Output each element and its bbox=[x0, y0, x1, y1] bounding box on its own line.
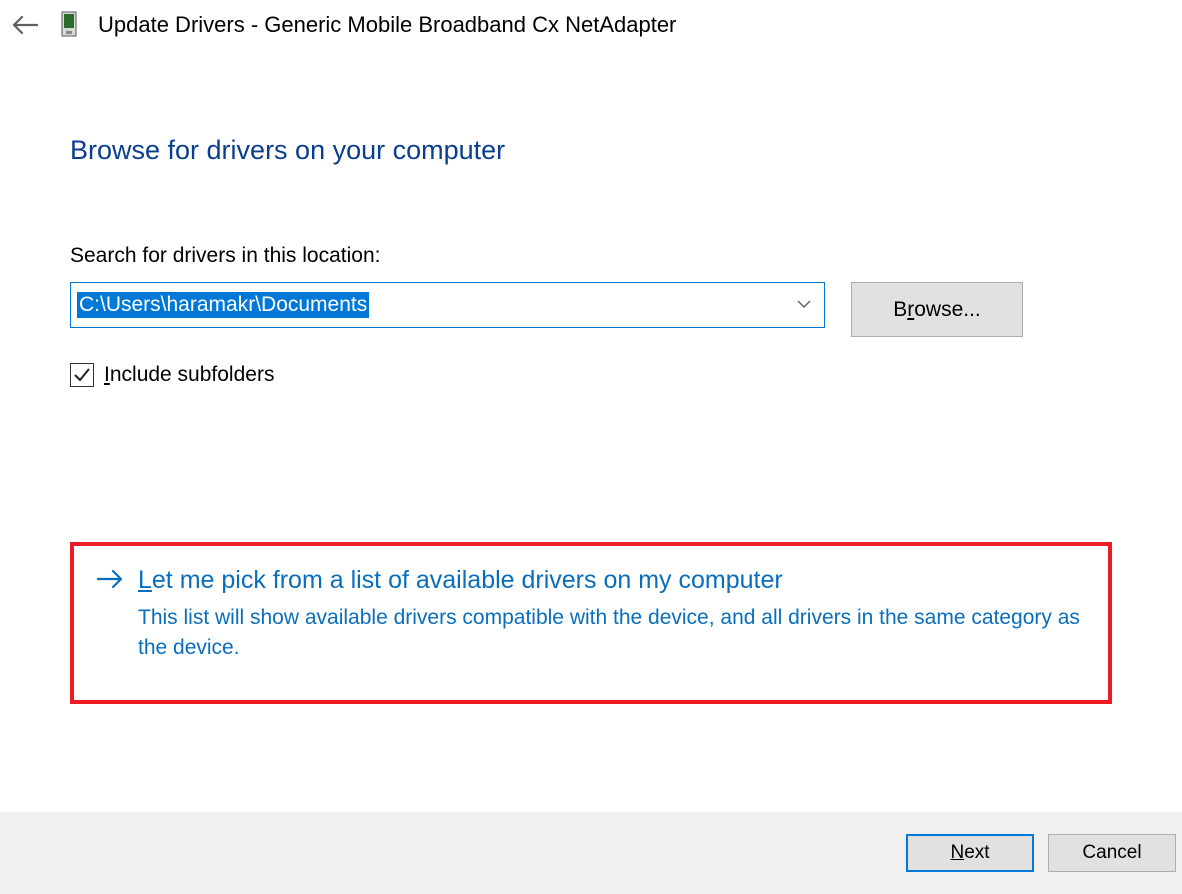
arrow-left-icon bbox=[12, 15, 38, 35]
next-button[interactable]: Next bbox=[906, 834, 1034, 872]
next-button-label: Next bbox=[950, 842, 989, 863]
arrow-right-icon bbox=[96, 568, 124, 664]
pick-from-list-title: Let me pick from a list of available dri… bbox=[138, 566, 1086, 595]
path-value: C:\Users\haramakr\Documents bbox=[77, 292, 369, 318]
include-subfolders-label[interactable]: Include subfolders bbox=[104, 363, 274, 387]
device-icon bbox=[58, 10, 80, 40]
include-subfolders-checkbox[interactable] bbox=[70, 363, 94, 387]
back-button[interactable] bbox=[10, 10, 40, 40]
chevron-down-icon bbox=[796, 296, 812, 314]
path-combobox[interactable]: C:\Users\haramakr\Documents bbox=[70, 282, 825, 328]
pick-from-list-description: This list will show available drivers co… bbox=[138, 603, 1086, 664]
pick-from-list-option[interactable]: Let me pick from a list of available dri… bbox=[70, 542, 1112, 704]
browse-button[interactable]: Browse... bbox=[851, 282, 1023, 337]
checkmark-icon bbox=[73, 367, 91, 383]
cancel-button[interactable]: Cancel bbox=[1048, 834, 1176, 872]
dialog-footer: Next Cancel bbox=[0, 812, 1182, 894]
browse-button-label: Browse... bbox=[893, 298, 981, 321]
main-heading: Browse for drivers on your computer bbox=[70, 135, 1112, 166]
window-title: Update Drivers - Generic Mobile Broadban… bbox=[98, 12, 676, 38]
cancel-button-label: Cancel bbox=[1082, 842, 1141, 863]
search-location-label: Search for drivers in this location: bbox=[70, 244, 1112, 268]
